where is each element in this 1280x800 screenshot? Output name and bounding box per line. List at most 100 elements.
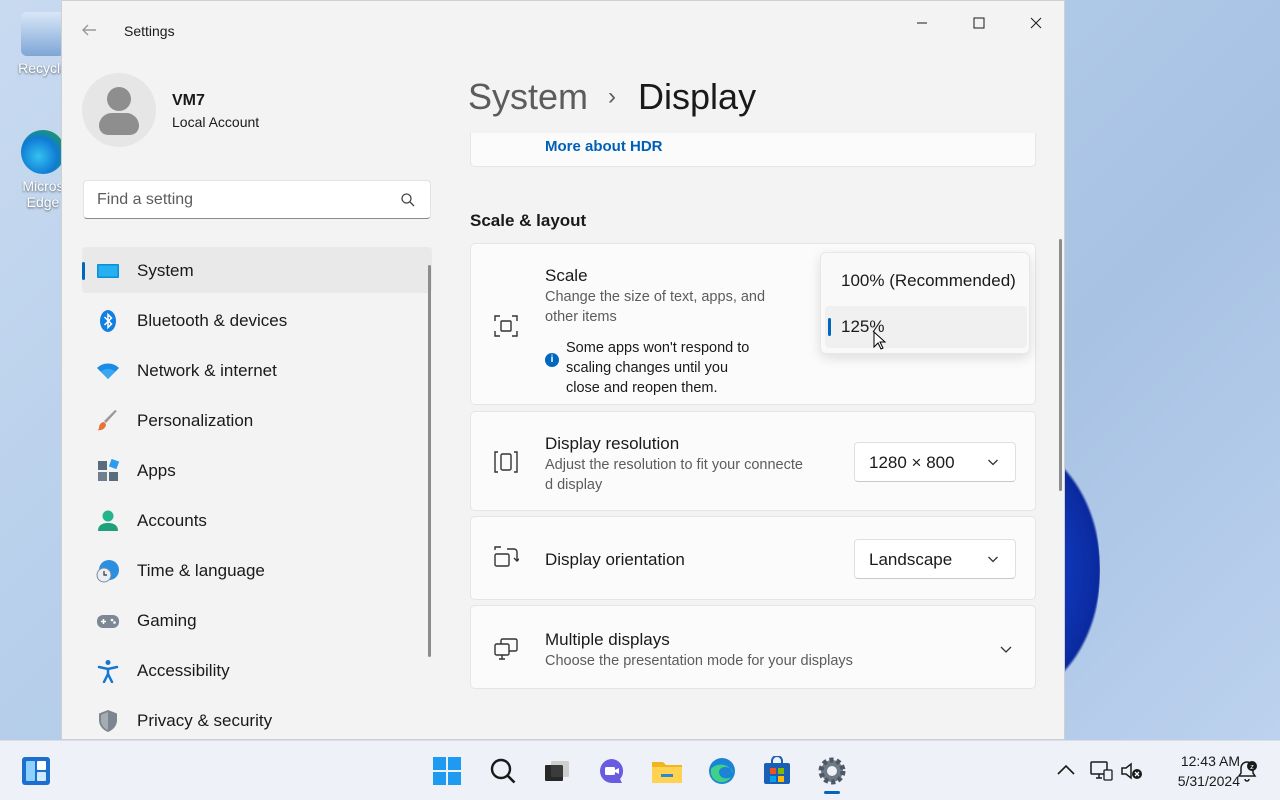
sidebar-item-label: Network & internet	[137, 361, 277, 380]
time-language-icon	[96, 560, 119, 583]
selection-indicator	[82, 262, 85, 280]
chat-button[interactable]	[594, 753, 630, 789]
sidebar-item-label: Gaming	[137, 611, 197, 630]
back-button[interactable]	[80, 21, 102, 43]
multiple-displays-subtitle: Choose the presentation mode for your di…	[545, 653, 853, 669]
sidebar-item-bluetooth[interactable]: Bluetooth & devices	[82, 297, 432, 343]
search-input[interactable]	[97, 189, 387, 211]
desktop-icon-label: Micros Edge	[22, 178, 64, 210]
multiple-displays-icon	[494, 638, 518, 660]
orientation-title: Display orientation	[545, 550, 685, 569]
taskbar: 12:43 AM 5/31/2024 z	[0, 740, 1280, 800]
minimize-button[interactable]	[899, 9, 945, 37]
arrow-left-icon	[82, 24, 96, 36]
sidebar-item-system[interactable]: System	[82, 247, 432, 293]
accounts-icon	[98, 510, 118, 531]
minimize-icon	[917, 22, 927, 24]
apps-icon	[98, 459, 120, 481]
volume-muted-icon[interactable]	[1120, 759, 1144, 783]
sidebar-item-label: Personalization	[137, 411, 254, 430]
sidebar-item-label: Accounts	[137, 511, 207, 530]
sidebar-item-label: Accessibility	[137, 661, 230, 680]
option-label: 100% (Recommended)	[841, 271, 1016, 290]
orientation-icon	[494, 546, 519, 567]
resolution-title: Display resolution	[545, 434, 680, 453]
account-type: Local Account	[172, 114, 260, 130]
start-icon	[433, 757, 461, 785]
scale-subtitle-line: Change the size of text, apps, and	[545, 289, 766, 305]
scale-title: Scale	[545, 266, 588, 285]
chevron-up-icon[interactable]	[1054, 759, 1078, 783]
hdr-card: More about HDR	[470, 133, 1036, 167]
chevron-down-icon	[988, 556, 998, 563]
resolution-subtitle-line: d display	[545, 477, 603, 493]
edge-icon	[21, 130, 65, 174]
search-box[interactable]	[83, 180, 431, 219]
store-icon	[764, 756, 790, 784]
taskbar-search-button[interactable]	[485, 753, 521, 789]
widgets-button[interactable]	[18, 753, 54, 789]
avatar	[82, 73, 156, 147]
notification-bell-icon[interactable]: z	[1235, 759, 1259, 783]
search-icon	[490, 758, 516, 784]
orientation-dropdown[interactable]: Landscape	[854, 539, 1016, 579]
widgets-icon	[22, 757, 50, 785]
sidebar-item-gaming[interactable]: Gaming	[82, 597, 432, 643]
app-title: Settings	[124, 23, 175, 39]
sidebar-scrollbar[interactable]	[428, 265, 431, 657]
sidebar-item-apps[interactable]: Apps	[82, 447, 432, 493]
breadcrumb-parent[interactable]: System	[468, 76, 588, 118]
title-bar[interactable]: Settings	[62, 1, 1064, 49]
sidebar-item-privacy-security[interactable]: Privacy & security	[82, 697, 432, 739]
multiple-displays-card[interactable]: Multiple displays Choose the presentatio…	[470, 605, 1036, 689]
resolution-icon	[494, 451, 518, 473]
sidebar-nav: System Bluetooth & devices Network & int…	[82, 247, 432, 739]
accessibility-icon	[97, 660, 119, 683]
system-icon	[97, 264, 119, 278]
sidebar-item-accounts[interactable]: Accounts	[82, 497, 432, 543]
sidebar-item-network[interactable]: Network & internet	[82, 347, 432, 393]
close-button[interactable]	[1013, 9, 1059, 37]
sidebar-item-time-language[interactable]: Time & language	[82, 547, 432, 593]
section-title: Scale & layout	[470, 211, 587, 230]
scale-option-125[interactable]: 125%	[825, 306, 1027, 348]
file-explorer-button[interactable]	[649, 753, 685, 789]
task-view-button[interactable]	[539, 753, 575, 789]
resolution-value: 1280 × 800	[869, 453, 955, 472]
scale-note: Some apps won't respond to scaling chang…	[566, 338, 786, 398]
edge-button[interactable]	[704, 753, 740, 789]
clock-time: 12:43 AM	[1180, 753, 1240, 769]
close-icon	[1030, 17, 1042, 29]
network-icon[interactable]	[1089, 759, 1113, 783]
user-profile[interactable]: VM7 Local Account	[82, 73, 412, 147]
sidebar-item-label: Time & language	[137, 561, 265, 580]
main-scrollbar[interactable]	[1059, 239, 1062, 491]
gamepad-icon	[97, 615, 119, 628]
resolution-dropdown[interactable]: 1280 × 800	[854, 442, 1016, 482]
system-clock[interactable]: 12:43 AM 5/31/2024	[1150, 751, 1240, 791]
recycle-bin-icon	[21, 12, 65, 56]
scale-icon	[494, 315, 518, 337]
maximize-button[interactable]	[956, 9, 1002, 37]
multiple-displays-title: Multiple displays	[545, 630, 670, 649]
breadcrumb-separator: ›	[608, 83, 617, 110]
settings-icon	[818, 757, 846, 785]
sidebar-item-accessibility[interactable]: Accessibility	[82, 647, 432, 693]
settings-app-button[interactable]	[814, 753, 850, 789]
search-icon[interactable]	[400, 192, 416, 208]
sidebar-item-personalization[interactable]: Personalization	[82, 397, 432, 443]
scale-option-100[interactable]: 100% (Recommended)	[825, 260, 1027, 302]
display-orientation-card: Display orientation Landscape	[470, 516, 1036, 600]
sidebar-item-label: Apps	[137, 461, 176, 480]
task-view-icon	[545, 761, 569, 781]
display-resolution-card: Display resolution Adjust the resolution…	[470, 411, 1036, 511]
edge-icon	[709, 758, 735, 784]
store-button[interactable]	[759, 753, 795, 789]
sidebar-item-label: System	[137, 261, 194, 280]
more-about-hdr-link[interactable]: More about HDR	[545, 138, 663, 155]
mouse-cursor-icon	[873, 331, 887, 350]
chevron-down-icon[interactable]	[999, 642, 1013, 656]
bluetooth-icon	[100, 310, 116, 332]
start-button[interactable]	[429, 753, 465, 789]
active-app-indicator	[824, 791, 840, 794]
